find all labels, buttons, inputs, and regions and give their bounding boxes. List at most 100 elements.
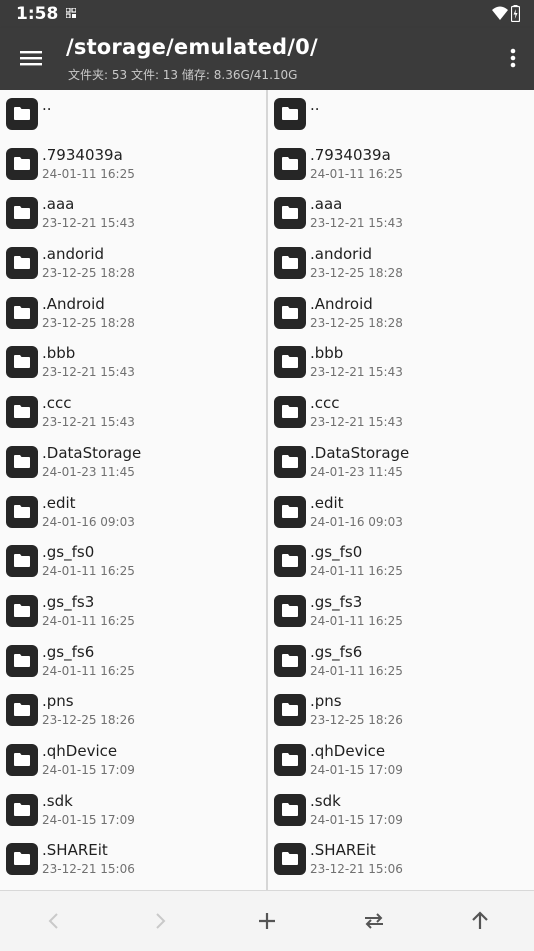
more-options-icon[interactable] [510,47,516,69]
file-row[interactable]: .aaa 23-12-21 15:43 [268,189,534,239]
file-name: .ccc [310,394,340,413]
file-name: .7934039a [310,145,391,164]
battery-charging-icon [511,5,520,22]
file-row[interactable]: .andorid 23-12-25 18:28 [268,239,534,289]
folder-icon [6,843,38,876]
file-date: 23-12-25 18:26 [42,713,135,728]
file-name: .sdk [42,791,73,810]
file-row[interactable]: .gs_fs3 24-01-11 16:25 [0,587,266,637]
file-row[interactable]: .ccc 23-12-21 15:43 [268,388,534,438]
forward-icon[interactable] [148,909,172,933]
file-date: 24-01-15 17:09 [310,812,403,827]
add-icon[interactable] [255,909,279,933]
folder-icon [6,296,38,329]
folder-icon [6,495,38,528]
right-file-pane[interactable]: .. .7934039a 24-01-11 16:25 .aaa 23-12-21 15… [268,90,534,890]
file-row[interactable]: .7934039a 24-01-11 16:25 [0,140,266,190]
file-row[interactable]: .sdk 24-01-15 17:09 [0,786,266,836]
file-name: .qhDevice [42,741,118,760]
folder-icon [6,743,38,776]
file-name: .pns [310,692,342,711]
file-row[interactable]: .edit 24-01-16 09:03 [0,488,266,538]
file-date: 24-01-15 17:09 [42,762,135,777]
storage-summary: 文件夹: 53 文件: 13 储存: 8.36G/41.10G [68,68,298,82]
file-date: 24-01-11 16:25 [42,613,135,628]
folder-icon [274,98,306,130]
swap-icon[interactable] [362,909,386,933]
file-row[interactable]: .pns 23-12-25 18:26 [268,686,534,736]
file-name: .edit [310,493,344,512]
folder-icon [274,396,306,429]
file-row[interactable]: .SHAREit 23-12-21 15:06 [268,835,534,885]
file-row[interactable]: .bbb 23-12-21 15:43 [268,338,534,388]
file-date: 24-01-11 16:25 [310,166,403,181]
dual-pane-container: .. .7934039a 24-01-11 16:25 .aaa 23-12-21 15… [0,90,534,890]
file-row[interactable]: .. [0,90,266,140]
left-file-pane[interactable]: .. .7934039a 24-01-11 16:25 .aaa 23-12-21 15… [0,90,266,890]
file-name: .pns [42,692,74,711]
file-date: 24-01-23 11:45 [42,464,135,479]
file-name: .bbb [42,344,76,363]
file-row[interactable]: .gs_fs3 24-01-11 16:25 [268,587,534,637]
file-row[interactable]: .gs_fs0 24-01-11 16:25 [0,537,266,587]
file-row[interactable]: .gs_fs6 24-01-11 16:25 [268,637,534,687]
file-row[interactable]: .Android 23-12-25 18:28 [268,289,534,339]
folder-icon [6,147,38,180]
file-row[interactable]: .aaa 23-12-21 15:43 [0,189,266,239]
file-date: 23-12-25 18:28 [310,315,403,330]
file-row[interactable]: .andorid 23-12-25 18:28 [0,239,266,289]
file-row[interactable]: .. [268,90,534,140]
file-date: 24-01-15 17:09 [310,762,403,777]
folder-icon [274,694,306,727]
folder-icon [6,247,38,280]
file-date: 24-01-11 16:25 [42,564,135,579]
file-row[interactable]: .DataStorage 24-01-23 11:45 [0,438,266,488]
file-row[interactable]: .7934039a 24-01-11 16:25 [268,140,534,190]
file-name: .7934039a [42,145,123,164]
file-date: 23-12-21 15:06 [310,862,403,877]
folder-icon [274,495,306,528]
file-name: .gs_fs6 [42,642,95,661]
folder-icon [274,296,306,329]
back-icon[interactable] [42,909,66,933]
folder-icon [274,743,306,776]
app-bar: /storage/emulated/0/ 文件夹: 53 文件: 13 储存: … [0,28,534,90]
file-row[interactable]: .SHAREit 23-12-21 15:06 [0,835,266,885]
folder-icon [274,147,306,180]
folder-icon [6,545,38,578]
file-row[interactable]: .pns 23-12-25 18:26 [0,686,266,736]
file-name: .edit [42,493,76,512]
file-row[interactable]: .bbb 23-12-21 15:43 [0,338,266,388]
up-icon[interactable] [468,909,492,933]
file-row[interactable]: .DataStorage 24-01-23 11:45 [268,438,534,488]
file-name: .. [310,96,320,114]
file-row[interactable]: .qhDevice 24-01-15 17:09 [268,736,534,786]
file-name: .SHAREit [42,841,108,860]
folder-icon [6,793,38,826]
file-row[interactable]: .edit 24-01-16 09:03 [268,488,534,538]
hamburger-menu-icon[interactable] [18,48,44,68]
bottom-toolbar [0,890,534,951]
file-date: 24-01-15 17:09 [42,812,135,827]
file-name: .andorid [310,245,373,264]
folder-icon [6,396,38,429]
file-row[interactable]: .gs_fs0 24-01-11 16:25 [268,537,534,587]
status-time: 1:58 [16,4,59,24]
file-row[interactable]: .qhDevice 24-01-15 17:09 [0,736,266,786]
file-date: 23-12-21 15:43 [42,365,135,380]
file-row[interactable]: .gs_fs6 24-01-11 16:25 [0,637,266,687]
file-name: .aaa [310,195,343,214]
folder-icon [274,644,306,677]
file-row[interactable]: .Android 23-12-25 18:28 [0,289,266,339]
folder-icon [6,197,38,230]
current-path-title: /storage/emulated/0/ [66,35,318,59]
file-date: 23-12-21 15:06 [42,862,135,877]
file-row[interactable]: .ccc 23-12-21 15:43 [0,388,266,438]
folder-icon [274,197,306,230]
file-name: .aaa [42,195,75,214]
file-row[interactable]: .sdk 24-01-15 17:09 [268,786,534,836]
file-date: 24-01-11 16:25 [42,166,135,181]
folder-icon [274,247,306,280]
file-date: 24-01-16 09:03 [310,514,403,529]
file-date: 23-12-21 15:43 [310,415,403,430]
